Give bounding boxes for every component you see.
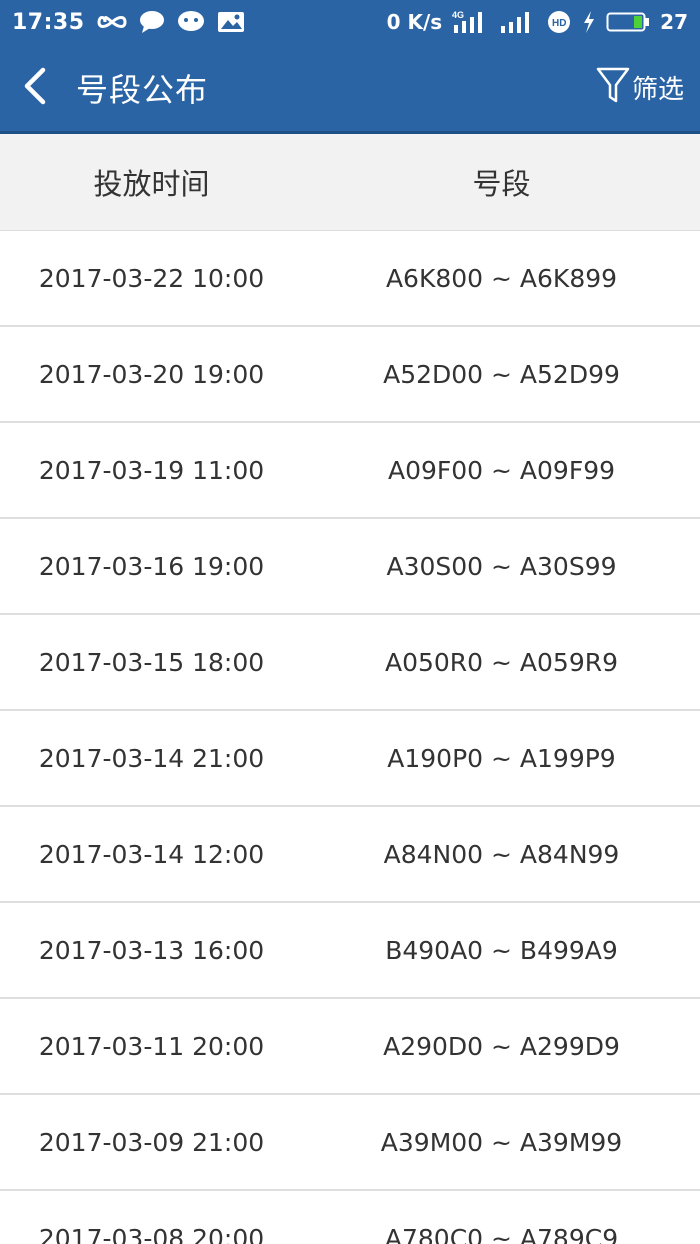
network-speed: 0 K/s — [386, 10, 443, 34]
table-row[interactable]: 2017-03-08 20:00 A780C0 ~ A789C9 — [0, 1191, 700, 1244]
row-segment: A39M00 ~ A39M99 — [380, 1127, 623, 1157]
table-row[interactable]: 2017-03-13 16:00 B490A0 ~ B499A9 — [0, 903, 700, 999]
hd-icon: HD — [546, 9, 572, 35]
svg-text:HD: HD — [552, 18, 566, 29]
table-header: 投放时间 号段 — [0, 134, 700, 231]
row-segment: A6K800 ~ A6K899 — [385, 263, 618, 293]
row-time: 2017-03-22 10:00 — [38, 263, 265, 293]
row-segment: A84N00 ~ A84N99 — [383, 839, 620, 869]
table-row[interactable]: 2017-03-11 20:00 A290D0 ~ A299D9 — [0, 999, 700, 1095]
row-time: 2017-03-14 12:00 — [38, 839, 265, 869]
wechat-icon — [177, 10, 205, 34]
charging-icon — [582, 10, 596, 34]
row-segment: A050R0 ~ A059R9 — [384, 647, 619, 677]
filter-button[interactable]: 筛选 — [596, 66, 684, 110]
table-row[interactable]: 2017-03-20 19:00 A52D00 ~ A52D99 — [0, 327, 700, 423]
segment-list: 2017-03-22 10:00 A6K800 ~ A6K899 2017-03… — [0, 231, 700, 1244]
row-time: 2017-03-11 20:00 — [38, 1031, 265, 1061]
table-row[interactable]: 2017-03-09 21:00 A39M00 ~ A39M99 — [0, 1095, 700, 1191]
status-bar: 17:35 0 K/s 4G HD 27 — [0, 0, 700, 44]
row-time: 2017-03-14 21:00 — [38, 743, 265, 773]
table-row[interactable]: 2017-03-15 18:00 A050R0 ~ A059R9 — [0, 615, 700, 711]
back-button[interactable] — [0, 43, 70, 133]
row-segment: A09F00 ~ A09F99 — [387, 455, 616, 485]
signal-4g-icon: 4G — [452, 9, 490, 35]
table-row[interactable]: 2017-03-14 21:00 A190P0 ~ A199P9 — [0, 711, 700, 807]
table-row[interactable]: 2017-03-16 19:00 A30S00 ~ A30S99 — [0, 519, 700, 615]
column-header-time: 投放时间 — [93, 167, 210, 201]
row-segment: A190P0 ~ A199P9 — [387, 743, 616, 773]
chevron-left-icon — [21, 66, 49, 110]
signal-icon — [500, 10, 536, 34]
app-header: 号段公布 筛选 — [0, 44, 700, 134]
image-icon — [217, 11, 245, 33]
row-time: 2017-03-16 19:00 — [38, 551, 265, 581]
row-time: 2017-03-20 19:00 — [38, 359, 265, 389]
table-row[interactable]: 2017-03-22 10:00 A6K800 ~ A6K899 — [0, 231, 700, 327]
infinity-icon — [97, 13, 127, 31]
table-row[interactable]: 2017-03-14 12:00 A84N00 ~ A84N99 — [0, 807, 700, 903]
svg-text:4G: 4G — [452, 10, 464, 20]
app-screen: 17:35 0 K/s 4G HD 27 号段公布 筛选 投放时间 号段 201… — [0, 0, 700, 1244]
row-segment: A290D0 ~ A299D9 — [383, 1031, 620, 1061]
row-segment: A30S00 ~ A30S99 — [386, 551, 617, 581]
row-time: 2017-03-09 21:00 — [38, 1127, 265, 1157]
row-segment: A780C0 ~ A789C9 — [384, 1223, 619, 1244]
table-row[interactable]: 2017-03-19 11:00 A09F00 ~ A09F99 — [0, 423, 700, 519]
battery-level: 27 — [660, 10, 688, 34]
row-time: 2017-03-13 16:00 — [38, 935, 265, 965]
row-segment: A52D00 ~ A52D99 — [383, 359, 620, 389]
battery-icon — [606, 10, 650, 34]
chat-bubble-icon — [139, 10, 165, 34]
column-header-segment: 号段 — [472, 167, 531, 201]
row-time: 2017-03-15 18:00 — [38, 647, 265, 677]
row-time: 2017-03-08 20:00 — [38, 1223, 265, 1244]
filter-label: 筛选 — [631, 75, 684, 105]
filter-icon — [596, 66, 630, 110]
row-time: 2017-03-19 11:00 — [38, 455, 265, 485]
page-title: 号段公布 — [76, 70, 209, 109]
row-segment: B490A0 ~ B499A9 — [385, 935, 618, 965]
status-time: 17:35 — [12, 9, 85, 35]
